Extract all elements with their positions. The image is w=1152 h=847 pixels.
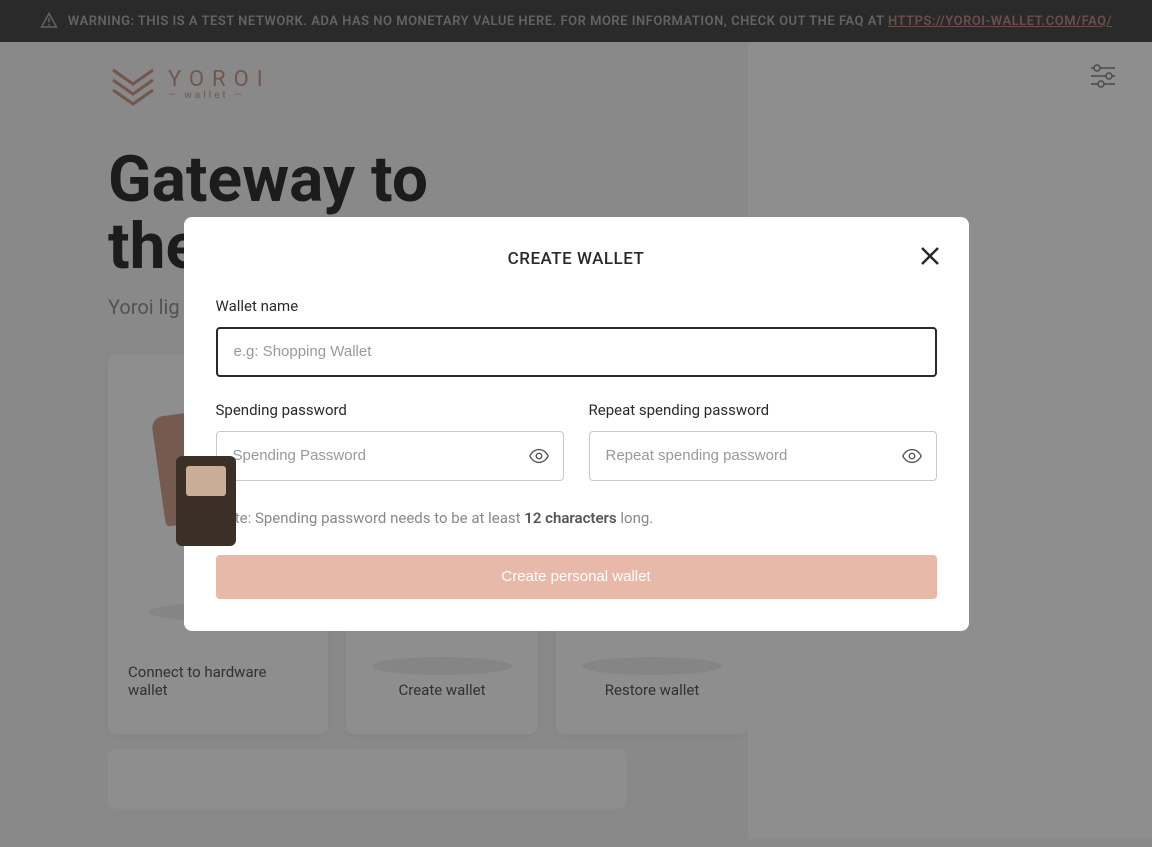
note-suffix: long. bbox=[617, 509, 654, 527]
repeat-password-label: Repeat spending password bbox=[589, 401, 937, 419]
spending-password-input[interactable] bbox=[216, 431, 564, 481]
modal-title: CREATE WALLET bbox=[216, 249, 937, 269]
note-bold: 12 characters bbox=[524, 509, 616, 527]
wallet-name-input[interactable] bbox=[216, 327, 937, 377]
close-icon[interactable] bbox=[919, 245, 941, 267]
password-note: Note: Spending password needs to be at l… bbox=[216, 509, 937, 527]
repeat-password-input[interactable] bbox=[589, 431, 937, 481]
modal-overlay: CREATE WALLET Wallet name Spending passw… bbox=[0, 0, 1152, 847]
note-prefix: Note: Spending password needs to be at l… bbox=[216, 509, 525, 527]
create-personal-wallet-button[interactable]: Create personal wallet bbox=[216, 555, 937, 599]
wallet-name-label: Wallet name bbox=[216, 297, 937, 315]
show-password-icon[interactable] bbox=[528, 445, 550, 467]
create-wallet-modal: CREATE WALLET Wallet name Spending passw… bbox=[184, 217, 969, 631]
spending-password-label: Spending password bbox=[216, 401, 564, 419]
show-repeat-password-icon[interactable] bbox=[901, 445, 923, 467]
